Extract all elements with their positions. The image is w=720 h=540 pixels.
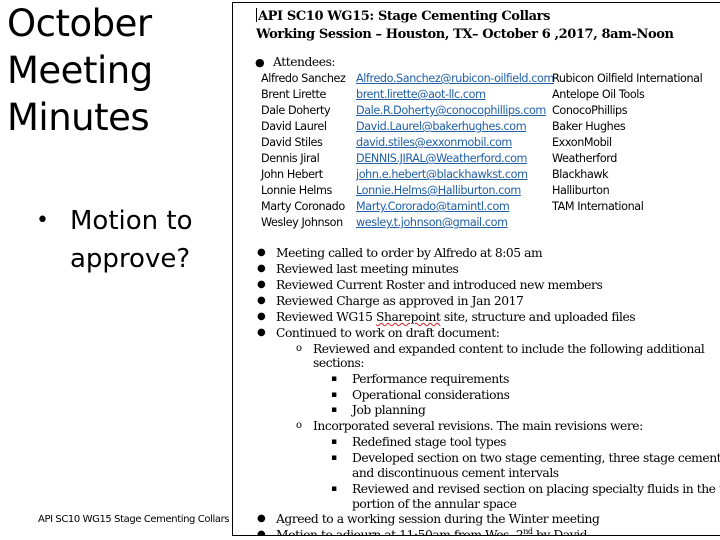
attendee-email-link[interactable]: wesley.t.johnson@gmail.com xyxy=(356,215,508,231)
attendee-company: Antelope Oil Tools xyxy=(552,88,645,101)
bullet-text-line: Motion to xyxy=(70,206,193,236)
list-item: Reviewed Charge as approved in Jan 2017 xyxy=(276,294,524,308)
list-item: Agreed to a working session during the W… xyxy=(276,512,600,526)
sub-bullet-icon: o xyxy=(296,420,302,431)
square-bullet-icon: ▪ xyxy=(331,405,337,415)
bullet-icon: ● xyxy=(257,311,266,322)
attendee-name: Brent Lirette xyxy=(261,88,326,101)
bullet-icon: ● xyxy=(257,279,266,290)
sub-sub-list-item-cont: and discontinuous cement intervals xyxy=(352,466,559,480)
attendee-name: Lonnie Helms xyxy=(261,184,332,197)
bullet-icon: ● xyxy=(257,295,266,306)
attendee-company: Blackhawk xyxy=(552,168,609,181)
list-item: Reviewed WG15 Sharepoint site, structure… xyxy=(276,309,636,325)
square-bullet-icon: ▪ xyxy=(331,453,337,463)
title-line: Meeting xyxy=(7,49,153,92)
sub-sub-list-item: Developed section on two stage cementing… xyxy=(352,451,720,465)
attendee-company: Baker Hughes xyxy=(552,120,626,133)
sub-sub-list-item: Operational considerations xyxy=(352,388,510,402)
bullet-icon: • xyxy=(36,208,49,233)
sub-bullet-icon: o xyxy=(296,343,302,354)
list-item: Meeting called to order by Alfredo at 8:… xyxy=(276,246,543,260)
text-run: Motion to adjourn at 11:50am from Wes, 2 xyxy=(276,528,524,536)
superscript: nd xyxy=(523,526,533,536)
attendee-name: John Hebert xyxy=(261,168,323,181)
attendee-company: ConocoPhillips xyxy=(552,104,628,117)
attendee-name: Dale Doherty xyxy=(261,104,331,117)
spellcheck-flagged-word[interactable]: Sharepoint xyxy=(376,310,441,324)
sub-sub-list-item: Reviewed and revised section on placing … xyxy=(352,482,720,496)
bullet-icon: ● xyxy=(255,56,265,69)
attendee-company: Rubicon Oilfield International xyxy=(552,72,703,85)
attendee-company: TAM International xyxy=(552,200,644,213)
sub-list-item: Incorporated several revisions. The main… xyxy=(313,419,643,433)
bullet-icon: ● xyxy=(257,247,266,258)
list-item: Reviewed last meeting minutes xyxy=(276,262,459,276)
title-line: October xyxy=(7,2,152,45)
bullet-icon: ● xyxy=(257,513,266,524)
bullet-icon: ● xyxy=(257,529,266,536)
document-screenshot: API SC10 WG15: Stage Cementing Collars W… xyxy=(232,2,720,536)
list-item: Continued to work on draft document: xyxy=(276,326,500,340)
title-line: Minutes xyxy=(7,96,150,139)
sub-sub-list-item-cont: portion of the annular space xyxy=(352,497,517,511)
attendee-email-link[interactable]: Alfredo.Sanchez@rubicon-oilfield.com xyxy=(356,71,554,87)
attendees-heading: Attendees: xyxy=(273,55,336,69)
attendee-email-link[interactable]: david.stiles@exxonmobil.com xyxy=(356,135,512,151)
sub-list-item-cont: sections: xyxy=(313,356,365,370)
document-heading: API SC10 WG15: Stage Cementing Collars W… xyxy=(256,8,674,44)
heading-line-2: Working Session – Houston, TX– October 6… xyxy=(256,27,674,42)
list-item: Reviewed Current Roster and introduced n… xyxy=(276,278,603,292)
square-bullet-icon: ▪ xyxy=(331,437,337,447)
text-run: Reviewed WG15 xyxy=(276,310,376,324)
attendee-email-link[interactable]: john.e.hebert@blackhawkst.com xyxy=(356,167,528,183)
attendee-company: Halliburton xyxy=(552,184,610,197)
attendee-name: Dennis Jiral xyxy=(261,152,320,165)
slide-title: October Meeting Minutes xyxy=(7,0,227,141)
attendee-email-link[interactable]: Marty.Cororado@tamintl.com xyxy=(356,199,510,215)
sub-sub-list-item: Redefined stage tool types xyxy=(352,435,507,449)
text-run: by David xyxy=(532,528,588,536)
attendee-email-link[interactable]: brent.lirette@aot-llc.com xyxy=(356,87,486,103)
attendee-email-link[interactable]: David.Laurel@bakerhughes.com xyxy=(356,119,527,135)
square-bullet-icon: ▪ xyxy=(331,484,337,494)
attendee-email-link[interactable]: Lonnie.Helms@Halliburton.com xyxy=(356,183,521,199)
attendee-company: ExxonMobil xyxy=(552,136,612,149)
sub-sub-list-item: Job planning xyxy=(352,403,426,417)
attendee-name: Alfredo Sanchez xyxy=(261,72,346,85)
slide-bullet-motion: • Motion to approve? xyxy=(36,202,226,278)
list-item: Motion to adjourn at 11:50am from Wes, 2… xyxy=(276,526,588,536)
text-run: site, structure and uploaded files xyxy=(440,310,636,324)
text-cursor xyxy=(256,8,257,22)
attendee-company: Weatherford xyxy=(552,152,617,165)
attendee-email-link[interactable]: Dale.R.Doherty@conocophillips.com xyxy=(356,103,546,119)
square-bullet-icon: ▪ xyxy=(331,390,337,400)
attendee-email-link[interactable]: DENNIS.JIRAL@Weatherford.com xyxy=(356,151,527,167)
sub-sub-list-item: Performance requirements xyxy=(352,372,510,386)
slide-footer: API SC10 WG15 Stage Cementing Collars xyxy=(38,514,230,525)
attendees-label: ● Attendees: xyxy=(255,55,336,69)
heading-line-1: API SC10 WG15: Stage Cementing Collars xyxy=(258,9,551,24)
bullet-icon: ● xyxy=(257,327,266,338)
bullet-icon: ● xyxy=(257,263,266,274)
attendee-name: David Laurel xyxy=(261,120,327,133)
sub-list-item: Reviewed and expanded content to include… xyxy=(313,342,705,356)
attendee-name: Wesley Johnson xyxy=(261,216,343,229)
attendee-name: Marty Coronado xyxy=(261,200,345,213)
attendee-name: David Stiles xyxy=(261,136,323,149)
bullet-text-line: approve? xyxy=(70,244,191,274)
square-bullet-icon: ▪ xyxy=(331,374,337,384)
